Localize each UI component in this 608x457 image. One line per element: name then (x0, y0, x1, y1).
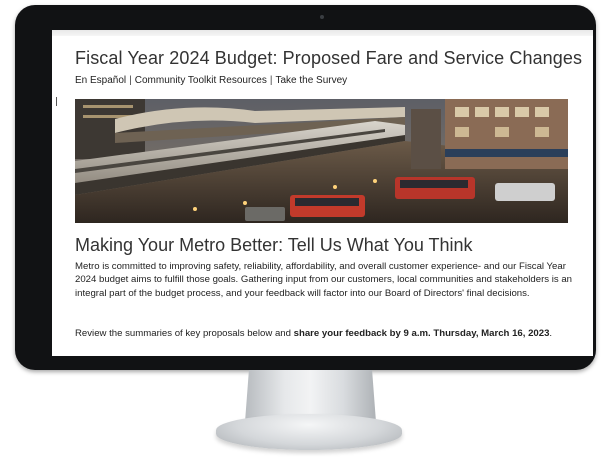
top-divider (52, 30, 593, 36)
feedback-deadline: share your feedback by 9 a.m. Thursday, … (293, 328, 550, 339)
link-separator: | (129, 75, 132, 86)
language-resource-links: En Español | Community Toolkit Resources | T… (75, 75, 347, 86)
webcam-dot (320, 15, 324, 19)
link-en-espanol[interactable]: En Español (75, 75, 126, 86)
link-take-survey[interactable]: Take the Survey (275, 75, 347, 86)
section-title: Making Your Metro Better: Tell Us What Y… (75, 235, 473, 255)
review-paragraph: Review the summaries of key proposals be… (75, 327, 593, 340)
monitor-bezel: Fiscal Year 2024 Budget: Proposed Fare a… (15, 5, 596, 370)
review-text-start: Review the summaries of key proposals be… (75, 328, 294, 339)
review-text-end: . (549, 328, 553, 339)
cursor-mark (56, 97, 57, 106)
hero-image (75, 99, 568, 223)
browser-screen: Fiscal Year 2024 Budget: Proposed Fare a… (52, 30, 593, 356)
page-title: Fiscal Year 2024 Budget: Proposed Fare a… (75, 48, 583, 68)
monitor-stand-base (216, 414, 402, 450)
transit-station-photo (75, 99, 568, 223)
intro-paragraph: Metro is committed to improving safety, … (75, 261, 573, 299)
link-community-toolkit[interactable]: Community Toolkit Resources (135, 75, 267, 86)
